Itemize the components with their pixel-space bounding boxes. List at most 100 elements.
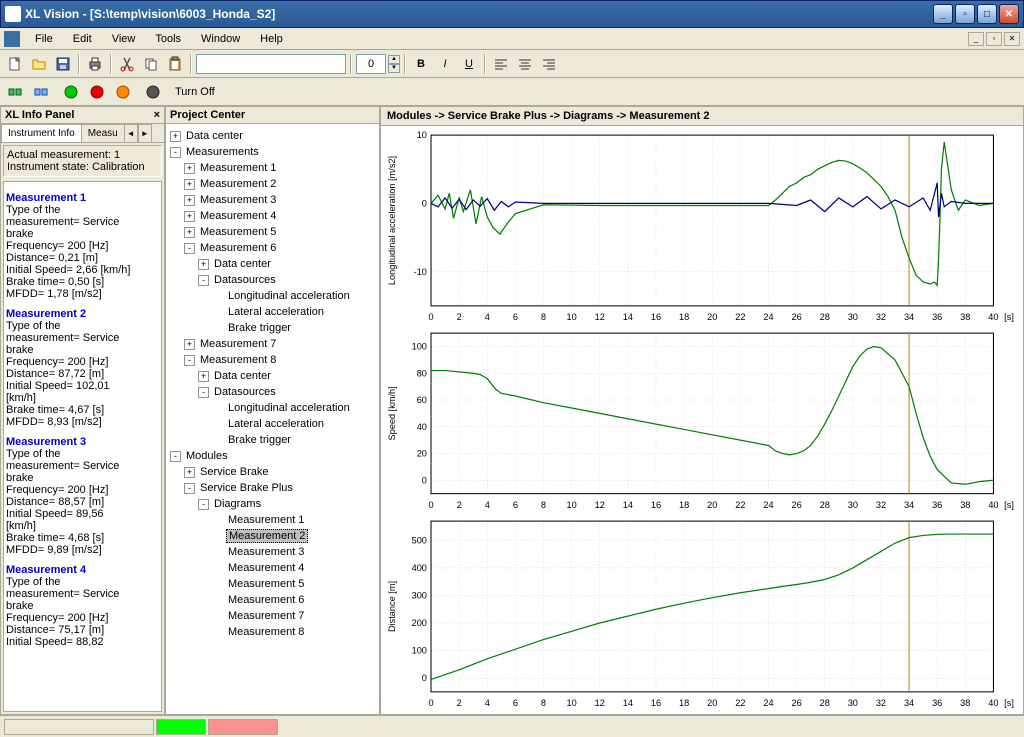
tree-label[interactable]: Measurement 7	[198, 338, 278, 350]
info-panel-close-icon[interactable]: ×	[154, 109, 160, 121]
tree-node[interactable]: +Data center	[170, 128, 375, 144]
tree-label[interactable]: Brake trigger	[226, 434, 293, 446]
collapse-icon[interactable]: -	[198, 275, 209, 286]
tree-label[interactable]: Lateral acceleration	[226, 306, 326, 318]
tree-node[interactable]: Measurement 7	[170, 608, 375, 624]
tree-label[interactable]: Measurement 3	[226, 546, 306, 558]
turn-off-button[interactable]: Turn Off	[168, 83, 222, 101]
tree-label[interactable]: Data center	[184, 130, 245, 142]
led-red[interactable]	[86, 81, 108, 103]
tree-node[interactable]: -Measurement 8	[170, 352, 375, 368]
tree-label[interactable]: Service Brake Plus	[198, 482, 295, 494]
tree-label[interactable]: Longitudinal acceleration	[226, 402, 352, 414]
tree-label[interactable]: Brake trigger	[226, 322, 293, 334]
tree-node[interactable]: +Measurement 5	[170, 224, 375, 240]
print-button[interactable]	[84, 53, 106, 75]
tree-node[interactable]: +Data center	[170, 368, 375, 384]
new-button[interactable]	[4, 53, 26, 75]
tree-label[interactable]: Measurement 4	[226, 562, 306, 574]
tree-node[interactable]: Measurement 3	[170, 544, 375, 560]
tree-node[interactable]: +Measurement 4	[170, 208, 375, 224]
collapse-icon[interactable]: -	[198, 499, 209, 510]
tree-node[interactable]: +Measurement 2	[170, 176, 375, 192]
tree-label[interactable]: Measurement 7	[226, 610, 306, 622]
tree-node[interactable]: Longitudinal acceleration	[170, 400, 375, 416]
size-spinner[interactable]: 0	[356, 54, 386, 74]
restore-button[interactable]: ▫	[955, 4, 975, 24]
expand-icon[interactable]: +	[184, 195, 195, 206]
align-left-button[interactable]	[490, 53, 512, 75]
collapse-icon[interactable]: -	[170, 147, 181, 158]
minimize-button[interactable]: _	[933, 4, 953, 24]
tree-node[interactable]: Longitudinal acceleration	[170, 288, 375, 304]
tree-node[interactable]: -Modules	[170, 448, 375, 464]
tree-label[interactable]: Measurement 8	[226, 626, 306, 638]
tree-node[interactable]: Brake trigger	[170, 432, 375, 448]
align-right-button[interactable]	[538, 53, 560, 75]
tree-label[interactable]: Longitudinal acceleration	[226, 290, 352, 302]
copy-button[interactable]	[140, 53, 162, 75]
expand-icon[interactable]: +	[184, 339, 195, 350]
tree-label[interactable]: Data center	[212, 370, 273, 382]
connect2-button[interactable]	[30, 81, 52, 103]
tab-instrument-info[interactable]: Instrument Info	[1, 124, 82, 142]
chart-0[interactable]: 0246810121416182022242628303234363840-10…	[385, 130, 1019, 324]
bold-button[interactable]: B	[410, 53, 432, 75]
menu-file[interactable]: File	[26, 30, 62, 48]
align-center-button[interactable]	[514, 53, 536, 75]
connect1-button[interactable]	[4, 81, 26, 103]
tree-label[interactable]: Measurement 5	[198, 226, 278, 238]
mdi-close-button[interactable]: ✕	[1004, 32, 1020, 46]
tree-node[interactable]: Brake trigger	[170, 320, 375, 336]
tree-node[interactable]: Lateral acceleration	[170, 304, 375, 320]
collapse-icon[interactable]: -	[184, 355, 195, 366]
tree-node[interactable]: +Measurement 3	[170, 192, 375, 208]
tree-node[interactable]: +Service Brake	[170, 464, 375, 480]
tree-node[interactable]: Measurement 5	[170, 576, 375, 592]
tree-label[interactable]: Measurement 2	[198, 178, 278, 190]
expand-icon[interactable]: +	[198, 371, 209, 382]
tree-label[interactable]: Data center	[212, 258, 273, 270]
expand-icon[interactable]: +	[184, 467, 195, 478]
mdi-restore-button[interactable]: ▫	[986, 32, 1002, 46]
project-tree[interactable]: +Data center-Measurements+Measurement 1+…	[166, 124, 379, 714]
tree-label[interactable]: Lateral acceleration	[226, 418, 326, 430]
collapse-icon[interactable]: -	[170, 451, 181, 462]
led-green[interactable]	[60, 81, 82, 103]
mdi-minimize-button[interactable]: _	[968, 32, 984, 46]
tree-node[interactable]: Lateral acceleration	[170, 416, 375, 432]
collapse-icon[interactable]: -	[184, 483, 195, 494]
font-combo[interactable]	[196, 54, 346, 74]
tab-scroll-left[interactable]: ◄	[124, 124, 138, 142]
tree-node[interactable]: +Measurement 7	[170, 336, 375, 352]
tree-label[interactable]: Measurement 8	[198, 354, 278, 366]
close-button[interactable]: ✕	[999, 4, 1019, 24]
menu-edit[interactable]: Edit	[64, 30, 101, 48]
tree-node[interactable]: -Datasources	[170, 384, 375, 400]
paste-button[interactable]	[164, 53, 186, 75]
tree-label[interactable]: Measurement 5	[226, 578, 306, 590]
tree-label[interactable]: Measurement 1	[226, 514, 306, 526]
tree-label[interactable]: Measurement 6	[226, 594, 306, 606]
tree-label[interactable]: Datasources	[212, 274, 278, 286]
save-button[interactable]	[52, 53, 74, 75]
led-orange[interactable]	[112, 81, 134, 103]
spinner-down[interactable]: ▼	[388, 64, 400, 73]
expand-icon[interactable]: +	[184, 179, 195, 190]
tree-label[interactable]: Measurements	[184, 146, 261, 158]
spinner-up[interactable]: ▲	[388, 55, 400, 64]
tree-node[interactable]: -Measurements	[170, 144, 375, 160]
menu-tools[interactable]: Tools	[146, 30, 190, 48]
tree-label[interactable]: Measurement 4	[198, 210, 278, 222]
collapse-icon[interactable]: -	[184, 243, 195, 254]
tree-label[interactable]: Measurement 3	[198, 194, 278, 206]
tree-node[interactable]: +Measurement 1	[170, 160, 375, 176]
led-dark[interactable]	[142, 81, 164, 103]
tree-node[interactable]: Measurement 8	[170, 624, 375, 640]
tree-label[interactable]: Measurement 6	[198, 242, 278, 254]
tree-label[interactable]: Measurement 1	[198, 162, 278, 174]
italic-button[interactable]: I	[434, 53, 456, 75]
measurement-list[interactable]: Measurement 1Type of themeasurement= Ser…	[3, 181, 162, 712]
tree-node[interactable]: Measurement 6	[170, 592, 375, 608]
tree-node[interactable]: -Measurement 6	[170, 240, 375, 256]
